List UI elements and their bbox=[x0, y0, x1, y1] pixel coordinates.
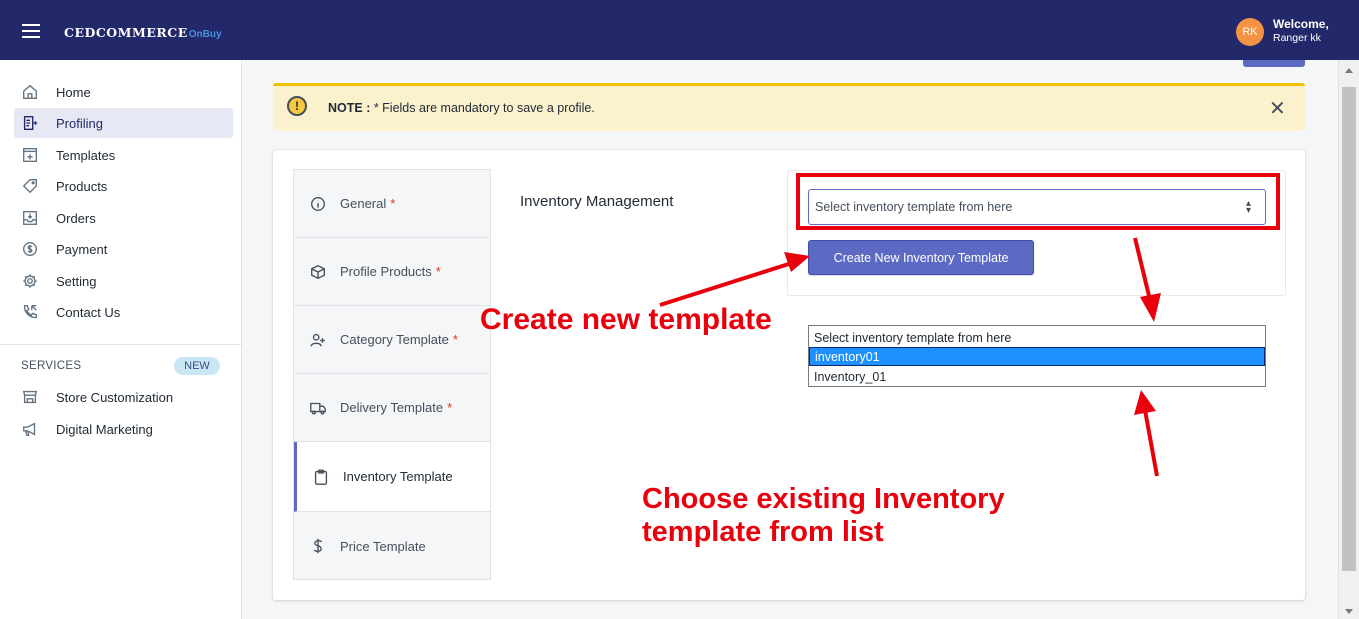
create-inventory-template-button[interactable]: Create New Inventory Template bbox=[808, 240, 1034, 275]
new-badge: NEW bbox=[174, 357, 220, 375]
megaphone-icon bbox=[19, 418, 41, 440]
sidebar-item-contact-us[interactable]: Contact Us bbox=[14, 297, 233, 327]
truck-icon bbox=[308, 398, 328, 418]
top-bar: CEDCOMMERCEOnBuy RK Welcome, Ranger kk bbox=[0, 0, 1359, 60]
note-label: NOTE : bbox=[328, 101, 371, 115]
warning-icon: ! bbox=[287, 96, 307, 116]
sidebar: Home Profiling Templates Products Orders… bbox=[0, 60, 242, 619]
note-message: * Fields are mandatory to save a profile… bbox=[370, 101, 595, 115]
sidebar-item-label: Setting bbox=[56, 273, 97, 289]
close-icon[interactable]: ✕ bbox=[1269, 96, 1286, 121]
dropdown-option[interactable]: Inventory_01 bbox=[809, 367, 1265, 386]
scroll-thumb[interactable] bbox=[1342, 87, 1356, 571]
tab-label: Delivery Template bbox=[340, 400, 444, 415]
hamburger-menu-icon[interactable] bbox=[22, 24, 40, 38]
top-action-button-stub[interactable] bbox=[1243, 60, 1305, 67]
orders-icon bbox=[19, 207, 41, 229]
sidebar-item-orders[interactable]: Orders bbox=[14, 203, 233, 233]
sidebar-item-label: Digital Marketing bbox=[56, 421, 153, 437]
annotation-create-template: Create new template bbox=[480, 303, 772, 336]
clipboard-icon bbox=[311, 467, 331, 487]
note-text: NOTE : * Fields are mandatory to save a … bbox=[328, 101, 595, 115]
sidebar-item-label: Payment bbox=[56, 241, 108, 257]
sidebar-item-setting[interactable]: Setting bbox=[14, 266, 233, 296]
brand-sub: OnBuy bbox=[188, 29, 222, 40]
dropdown-option[interactable]: Select inventory template from here bbox=[809, 328, 1265, 347]
tab-label: Price Template bbox=[340, 538, 426, 554]
inventory-management-label: Inventory Management bbox=[520, 193, 674, 210]
sidebar-item-digital-marketing[interactable]: Digital Marketing bbox=[14, 414, 233, 444]
annotation-choose-template: Choose existing Inventory template from … bbox=[642, 483, 1005, 549]
profiling-icon bbox=[19, 112, 41, 134]
sidebar-item-label: Templates bbox=[56, 147, 116, 163]
scroll-up-icon[interactable] bbox=[1345, 68, 1353, 73]
user-plus-icon bbox=[308, 330, 328, 350]
annotation-line-2: template from list bbox=[642, 516, 884, 548]
note-banner: ! NOTE : * Fields are mandatory to save … bbox=[273, 83, 1305, 131]
tab-price-template[interactable]: Price Template bbox=[294, 512, 490, 580]
info-icon bbox=[308, 194, 328, 214]
sidebar-item-home[interactable]: Home bbox=[14, 77, 233, 107]
home-icon bbox=[19, 81, 41, 103]
required-marker: * bbox=[447, 400, 453, 415]
required-marker: * bbox=[452, 332, 458, 347]
tab-label: General bbox=[340, 196, 387, 211]
dollar-icon bbox=[19, 238, 41, 260]
scroll-down-icon[interactable] bbox=[1345, 609, 1353, 614]
highlight-box bbox=[796, 173, 1280, 230]
welcome-label: Welcome, bbox=[1273, 17, 1329, 31]
required-marker: * bbox=[390, 196, 396, 211]
box-icon bbox=[308, 262, 328, 282]
sidebar-item-products[interactable]: Products bbox=[14, 171, 233, 201]
sidebar-item-label: Orders bbox=[56, 210, 96, 226]
sidebar-item-payment[interactable]: Payment bbox=[14, 234, 233, 264]
inventory-template-dropdown-list[interactable]: Select inventory template from here inve… bbox=[808, 325, 1266, 387]
tab-profile-products[interactable]: Profile Products * bbox=[294, 238, 490, 306]
sidebar-item-store-customization[interactable]: Store Customization bbox=[14, 382, 233, 412]
tab-label: Category Template bbox=[340, 332, 449, 347]
sidebar-item-profiling[interactable]: Profiling bbox=[14, 108, 233, 138]
brand-logo[interactable]: CEDCOMMERCEOnBuy bbox=[64, 25, 222, 40]
user-name: Ranger kk bbox=[1273, 32, 1321, 44]
avatar[interactable]: RK bbox=[1236, 18, 1264, 46]
gear-icon bbox=[19, 270, 41, 292]
tag-icon bbox=[19, 175, 41, 197]
welcome-text[interactable]: Welcome, Ranger kk bbox=[1273, 17, 1329, 45]
tab-category-template[interactable]: Category Template * bbox=[294, 306, 490, 374]
phone-icon bbox=[19, 301, 41, 323]
sidebar-divider bbox=[0, 344, 242, 345]
profile-tabs: General * Profile Products * Category Temp… bbox=[293, 169, 491, 580]
tab-inventory-template[interactable]: Inventory Template bbox=[294, 442, 490, 512]
tab-delivery-template[interactable]: Delivery Template * bbox=[294, 374, 490, 442]
dollar-sign-icon bbox=[308, 536, 328, 556]
page-scrollbar[interactable] bbox=[1338, 60, 1359, 619]
services-heading: SERVICES bbox=[21, 360, 82, 372]
required-marker: * bbox=[435, 264, 441, 279]
sidebar-item-label: Store Customization bbox=[56, 389, 174, 405]
sidebar-item-label: Profiling bbox=[56, 115, 103, 131]
tab-label: Profile Products bbox=[340, 264, 432, 279]
dropdown-option-selected[interactable]: inventory01 bbox=[809, 347, 1265, 366]
templates-icon bbox=[19, 144, 41, 166]
sidebar-item-templates[interactable]: Templates bbox=[14, 140, 233, 170]
store-icon bbox=[19, 386, 41, 408]
tab-general[interactable]: General * bbox=[294, 170, 490, 238]
sidebar-item-label: Contact Us bbox=[56, 304, 121, 320]
annotation-line-1: Choose existing Inventory bbox=[642, 483, 1005, 515]
sidebar-item-label: Home bbox=[56, 84, 91, 100]
sidebar-item-label: Products bbox=[56, 178, 108, 194]
tab-label: Inventory Template bbox=[343, 469, 453, 484]
brand-name: CEDCOMMERCE bbox=[64, 25, 188, 40]
